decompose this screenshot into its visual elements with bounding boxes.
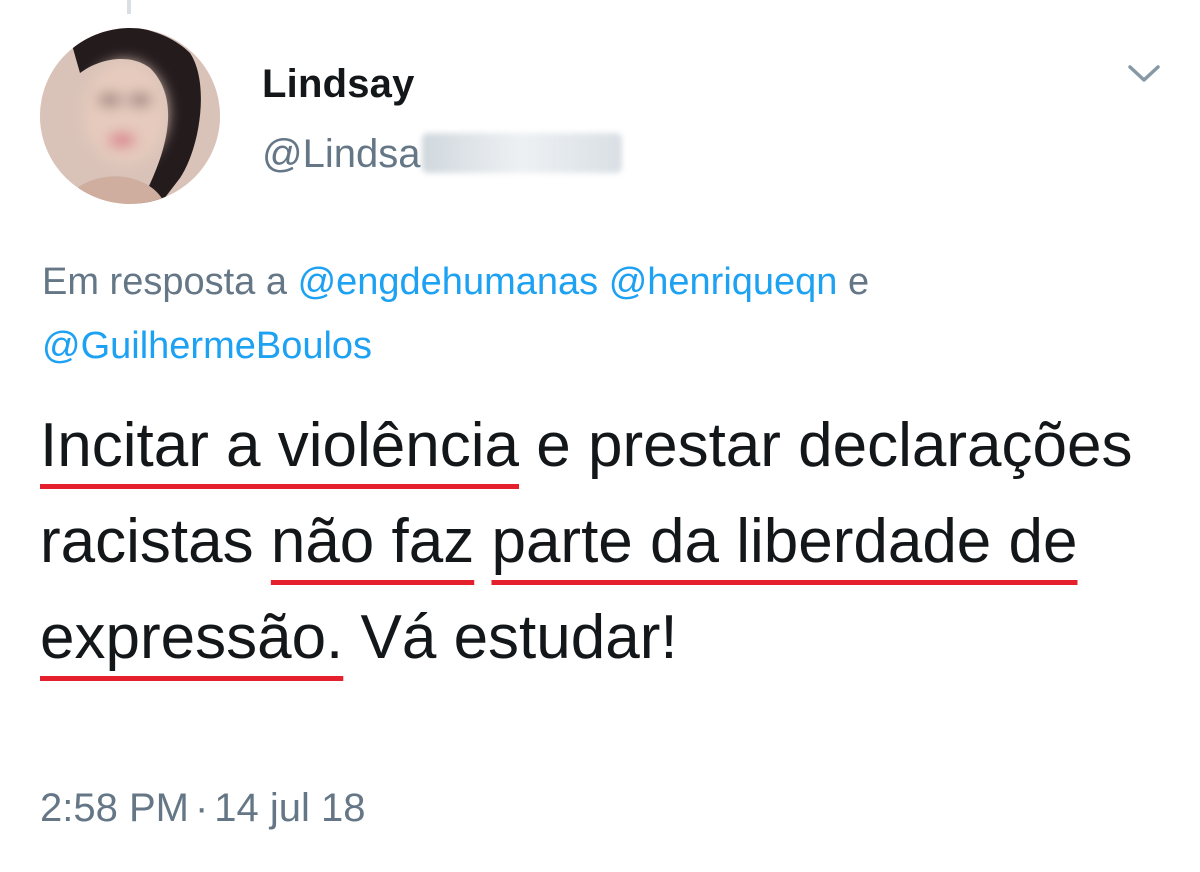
tweet-time: 2:58 PM	[40, 786, 189, 830]
mention-link-engdehumanas[interactable]: @engdehumanas	[298, 261, 599, 303]
reply-context: Em resposta a @engdehumanas @henriqueqn …	[42, 250, 1162, 378]
tweet-text-segment	[474, 507, 491, 576]
chevron-down-icon[interactable]	[1124, 58, 1164, 88]
author-handle[interactable]: @Lindsa	[262, 132, 623, 177]
avatar[interactable]	[40, 28, 220, 204]
highlighted-phrase: Incitar a violência	[40, 411, 520, 480]
tweet-timestamp[interactable]: 2:58 PM · 14 jul 18	[40, 786, 366, 831]
mention-link-henriqueqn[interactable]: @henriqueqn	[609, 261, 838, 303]
avatar-image	[40, 28, 220, 204]
reply-prefix: Em resposta a	[42, 261, 287, 303]
tweet-text: Incitar a violência e prestar declaraçõe…	[40, 398, 1170, 686]
author-display-name[interactable]: Lindsay	[262, 62, 415, 107]
tweet-text-segment: Vá estudar!	[343, 603, 678, 672]
timestamp-separator: ·	[194, 786, 209, 830]
tweet-date: 14 jul 18	[214, 786, 366, 830]
highlighted-phrase: não faz	[270, 507, 475, 576]
redacted-handle-suffix	[422, 133, 623, 173]
reply-conjunction: e	[848, 261, 870, 303]
thread-connector-line	[127, 0, 131, 14]
mention-link-guilhermeboulos[interactable]: @GuilhermeBoulos	[42, 325, 372, 367]
author-handle-text: @Lindsa	[262, 132, 421, 176]
